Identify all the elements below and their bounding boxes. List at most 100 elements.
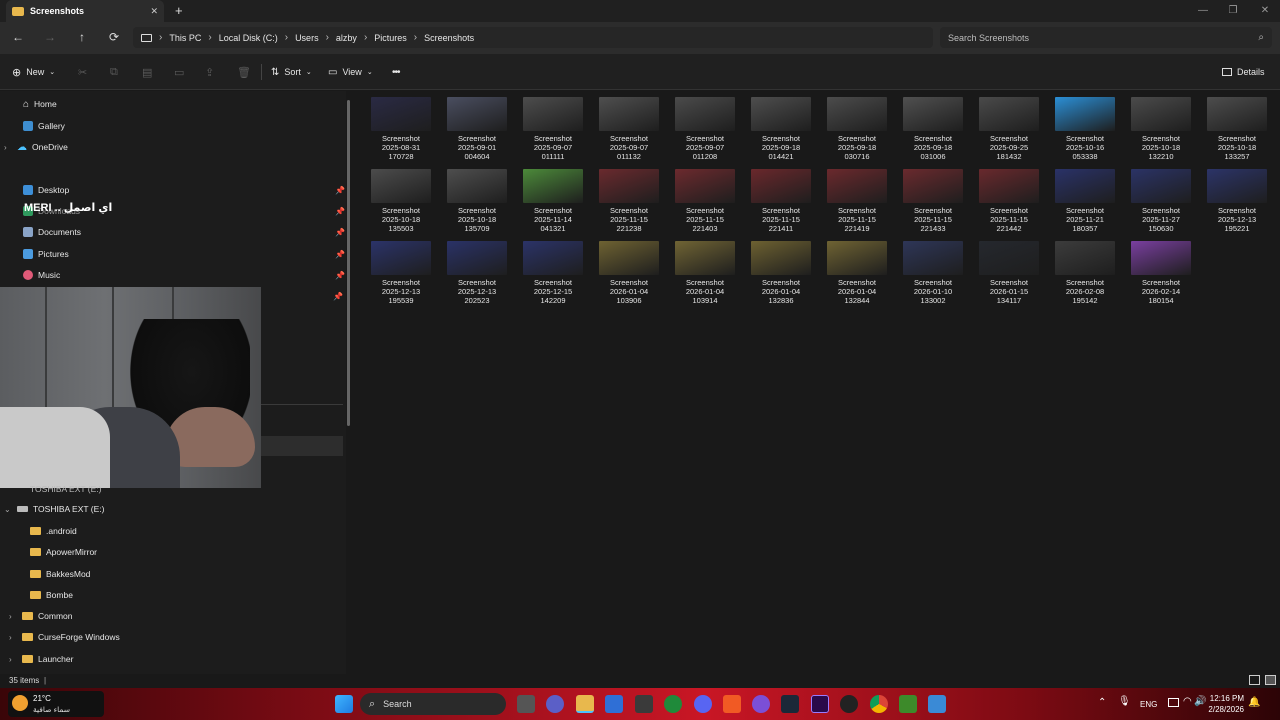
chevron-right-icon[interactable]: › <box>9 633 17 642</box>
store-icon[interactable] <box>605 695 623 713</box>
minimize-icon[interactable]: — <box>1188 0 1218 20</box>
file-item[interactable]: Screenshot 2025-11-15 221403 <box>668 163 742 233</box>
wifi-icon[interactable]: ◠ <box>1183 696 1192 707</box>
file-item[interactable]: Screenshot 2025-11-14 041321 <box>516 163 590 233</box>
notification-bell-icon[interactable]: 🔔 <box>1248 697 1260 708</box>
search-input[interactable]: Search Screenshots <box>948 33 1258 43</box>
file-item[interactable]: Screenshot 2026-01-04 103914 <box>668 235 742 305</box>
address-bar[interactable]: › This PC › Local Disk (C:) › Users › al… <box>133 27 933 48</box>
sidebar-item-desktop[interactable]: Desktop 📌 <box>10 181 345 199</box>
sidebar-item-home[interactable]: ⌂ Home <box>10 95 345 113</box>
new-button[interactable]: ⊕ New ⌄ <box>12 62 55 82</box>
file-item[interactable]: Screenshot 2025-09-25 181432 <box>972 91 1046 161</box>
close-window-icon[interactable]: ✕ <box>1250 0 1280 20</box>
file-item[interactable]: Screenshot 2025-11-21 180357 <box>1048 163 1122 233</box>
sidebar-item-gallery[interactable]: Gallery <box>10 117 345 135</box>
file-item[interactable]: Screenshot 2025-11-15 221419 <box>820 163 894 233</box>
sidebar-item-toshiba-partial[interactable]: TOSHIBA EXT (E:) <box>30 480 230 498</box>
file-item[interactable]: Screenshot 2025-09-01 004604 <box>440 91 514 161</box>
task-view-icon[interactable] <box>517 695 535 713</box>
breadcrumb-pictures[interactable]: Pictures <box>374 33 407 43</box>
file-item[interactable]: Screenshot 2025-11-15 221411 <box>744 163 818 233</box>
file-item[interactable]: Screenshot 2025-10-18 135503 <box>364 163 438 233</box>
file-item[interactable]: Screenshot 2025-11-15 221442 <box>972 163 1046 233</box>
cut-icon[interactable]: ✂ <box>78 62 87 82</box>
copy-icon[interactable]: ⧉ <box>110 62 118 82</box>
file-item[interactable]: Screenshot 2025-09-18 014421 <box>744 91 818 161</box>
brave-icon[interactable] <box>723 695 741 713</box>
file-item[interactable]: Screenshot 2026-01-15 134117 <box>972 235 1046 305</box>
refresh-icon[interactable]: ⟳ <box>105 29 123 45</box>
up-icon[interactable]: ↑ <box>73 29 91 45</box>
file-item[interactable]: Screenshot 2025-10-18 135709 <box>440 163 514 233</box>
breadcrumb-local-disk[interactable]: Local Disk (C:) <box>219 33 278 43</box>
chevron-right-icon[interactable]: › <box>4 143 12 152</box>
file-item[interactable]: Screenshot 2025-12-15 142209 <box>516 235 590 305</box>
chevron-up-icon[interactable]: ⌃ <box>1098 697 1106 708</box>
file-item[interactable]: Screenshot 2025-09-18 030716 <box>820 91 894 161</box>
breadcrumb-users[interactable]: Users <box>295 33 319 43</box>
file-item[interactable]: Screenshot 2025-12-13 195539 <box>364 235 438 305</box>
file-item[interactable]: Screenshot 2025-11-15 221433 <box>896 163 970 233</box>
file-item[interactable]: Screenshot 2025-10-18 133257 <box>1200 91 1274 161</box>
sidebar-item-onedrive[interactable]: › ☁ OneDrive <box>4 138 339 156</box>
file-item[interactable]: Screenshot 2026-02-08 195142 <box>1048 235 1122 305</box>
close-tab-icon[interactable]: ✕ <box>150 6 158 17</box>
sidebar-folder-bombe[interactable]: Bombe <box>17 586 352 604</box>
back-icon[interactable]: ← <box>9 29 27 45</box>
file-item[interactable]: Screenshot 2025-12-13 195221 <box>1200 163 1274 233</box>
file-item[interactable]: Screenshot 2026-01-04 103906 <box>592 235 666 305</box>
tab-screenshots[interactable]: Screenshots ✕ <box>6 0 164 22</box>
view-button[interactable]: ▭ View ⌄ <box>328 62 373 82</box>
file-item[interactable]: Screenshot 2025-12-13 202523 <box>440 235 514 305</box>
file-item[interactable]: Screenshot 2026-01-10 133002 <box>896 235 970 305</box>
chevron-down-icon[interactable]: ⌄ <box>4 505 12 514</box>
search-box[interactable]: Search Screenshots ⌕ <box>940 27 1272 48</box>
sidebar-item-music[interactable]: Music 📌 <box>10 266 345 284</box>
rename-icon[interactable]: ▭ <box>174 62 184 82</box>
forward-icon[interactable]: → <box>41 29 59 45</box>
paste-icon[interactable]: ▤ <box>142 62 152 82</box>
microphone-icon[interactable]: 🎙 <box>1118 696 1131 707</box>
file-item[interactable]: Screenshot 2025-09-07 011111 <box>516 91 590 161</box>
chat-app-icon[interactable] <box>546 695 564 713</box>
sidebar-folder-curseforge[interactable]: › CurseForge Windows <box>9 628 344 646</box>
app-icon[interactable] <box>928 695 946 713</box>
obs-icon[interactable] <box>840 695 858 713</box>
sort-button[interactable]: ⇅ Sort ⌄ <box>271 62 312 82</box>
chevron-right-icon[interactable]: › <box>9 612 17 621</box>
breadcrumb-alzby[interactable]: alzby <box>336 33 357 43</box>
file-item[interactable]: Screenshot 2026-02-14 180154 <box>1124 235 1198 305</box>
clock[interactable]: 12:16 PM 2/28/2026 <box>1200 693 1244 715</box>
sidebar-folder-launcher[interactable]: › Launcher <box>9 650 344 668</box>
sidebar-item-documents[interactable]: Documents 📌 <box>10 223 345 241</box>
file-item[interactable]: Screenshot 2025-11-27 150630 <box>1124 163 1198 233</box>
sidebar-folder-android[interactable]: .android <box>17 522 352 540</box>
details-button[interactable]: Details <box>1222 62 1265 82</box>
file-item[interactable]: Screenshot 2026-01-04 132844 <box>820 235 894 305</box>
new-tab-button[interactable]: + <box>175 3 183 18</box>
sidebar-item-toshiba[interactable]: ⌄ TOSHIBA EXT (E:) <box>4 500 339 518</box>
game-controller-icon[interactable] <box>752 695 770 713</box>
share-icon[interactable]: ⇪ <box>205 62 214 82</box>
tiles-view-icon[interactable] <box>1249 675 1260 685</box>
file-item[interactable]: Screenshot 2025-10-16 053338 <box>1048 91 1122 161</box>
maximize-icon[interactable]: ❐ <box>1218 0 1248 20</box>
sidebar-folder-bakkesmod[interactable]: BakkesMod <box>17 565 352 583</box>
premiere-icon[interactable] <box>811 695 829 713</box>
start-icon[interactable] <box>335 695 353 713</box>
breadcrumb-this-pc[interactable]: This PC <box>169 33 201 43</box>
sidebar-selected-row[interactable] <box>261 436 343 456</box>
sidebar-folder-common[interactable]: › Common <box>9 607 344 625</box>
file-item[interactable]: Screenshot 2025-08-31 170728 <box>364 91 438 161</box>
sidebar-scrollbar[interactable] <box>347 100 350 426</box>
discord-icon[interactable] <box>694 695 712 713</box>
file-item[interactable]: Screenshot 2025-10-18 132210 <box>1124 91 1198 161</box>
minecraft-icon[interactable] <box>899 695 917 713</box>
file-item[interactable]: Screenshot 2025-09-07 011132 <box>592 91 666 161</box>
more-options-icon[interactable]: ••• <box>392 62 400 82</box>
xbox-icon[interactable] <box>664 695 682 713</box>
chrome-icon[interactable] <box>870 695 888 713</box>
sidebar-item-pictures[interactable]: Pictures 📌 <box>10 245 345 263</box>
calculator-icon[interactable] <box>635 695 653 713</box>
